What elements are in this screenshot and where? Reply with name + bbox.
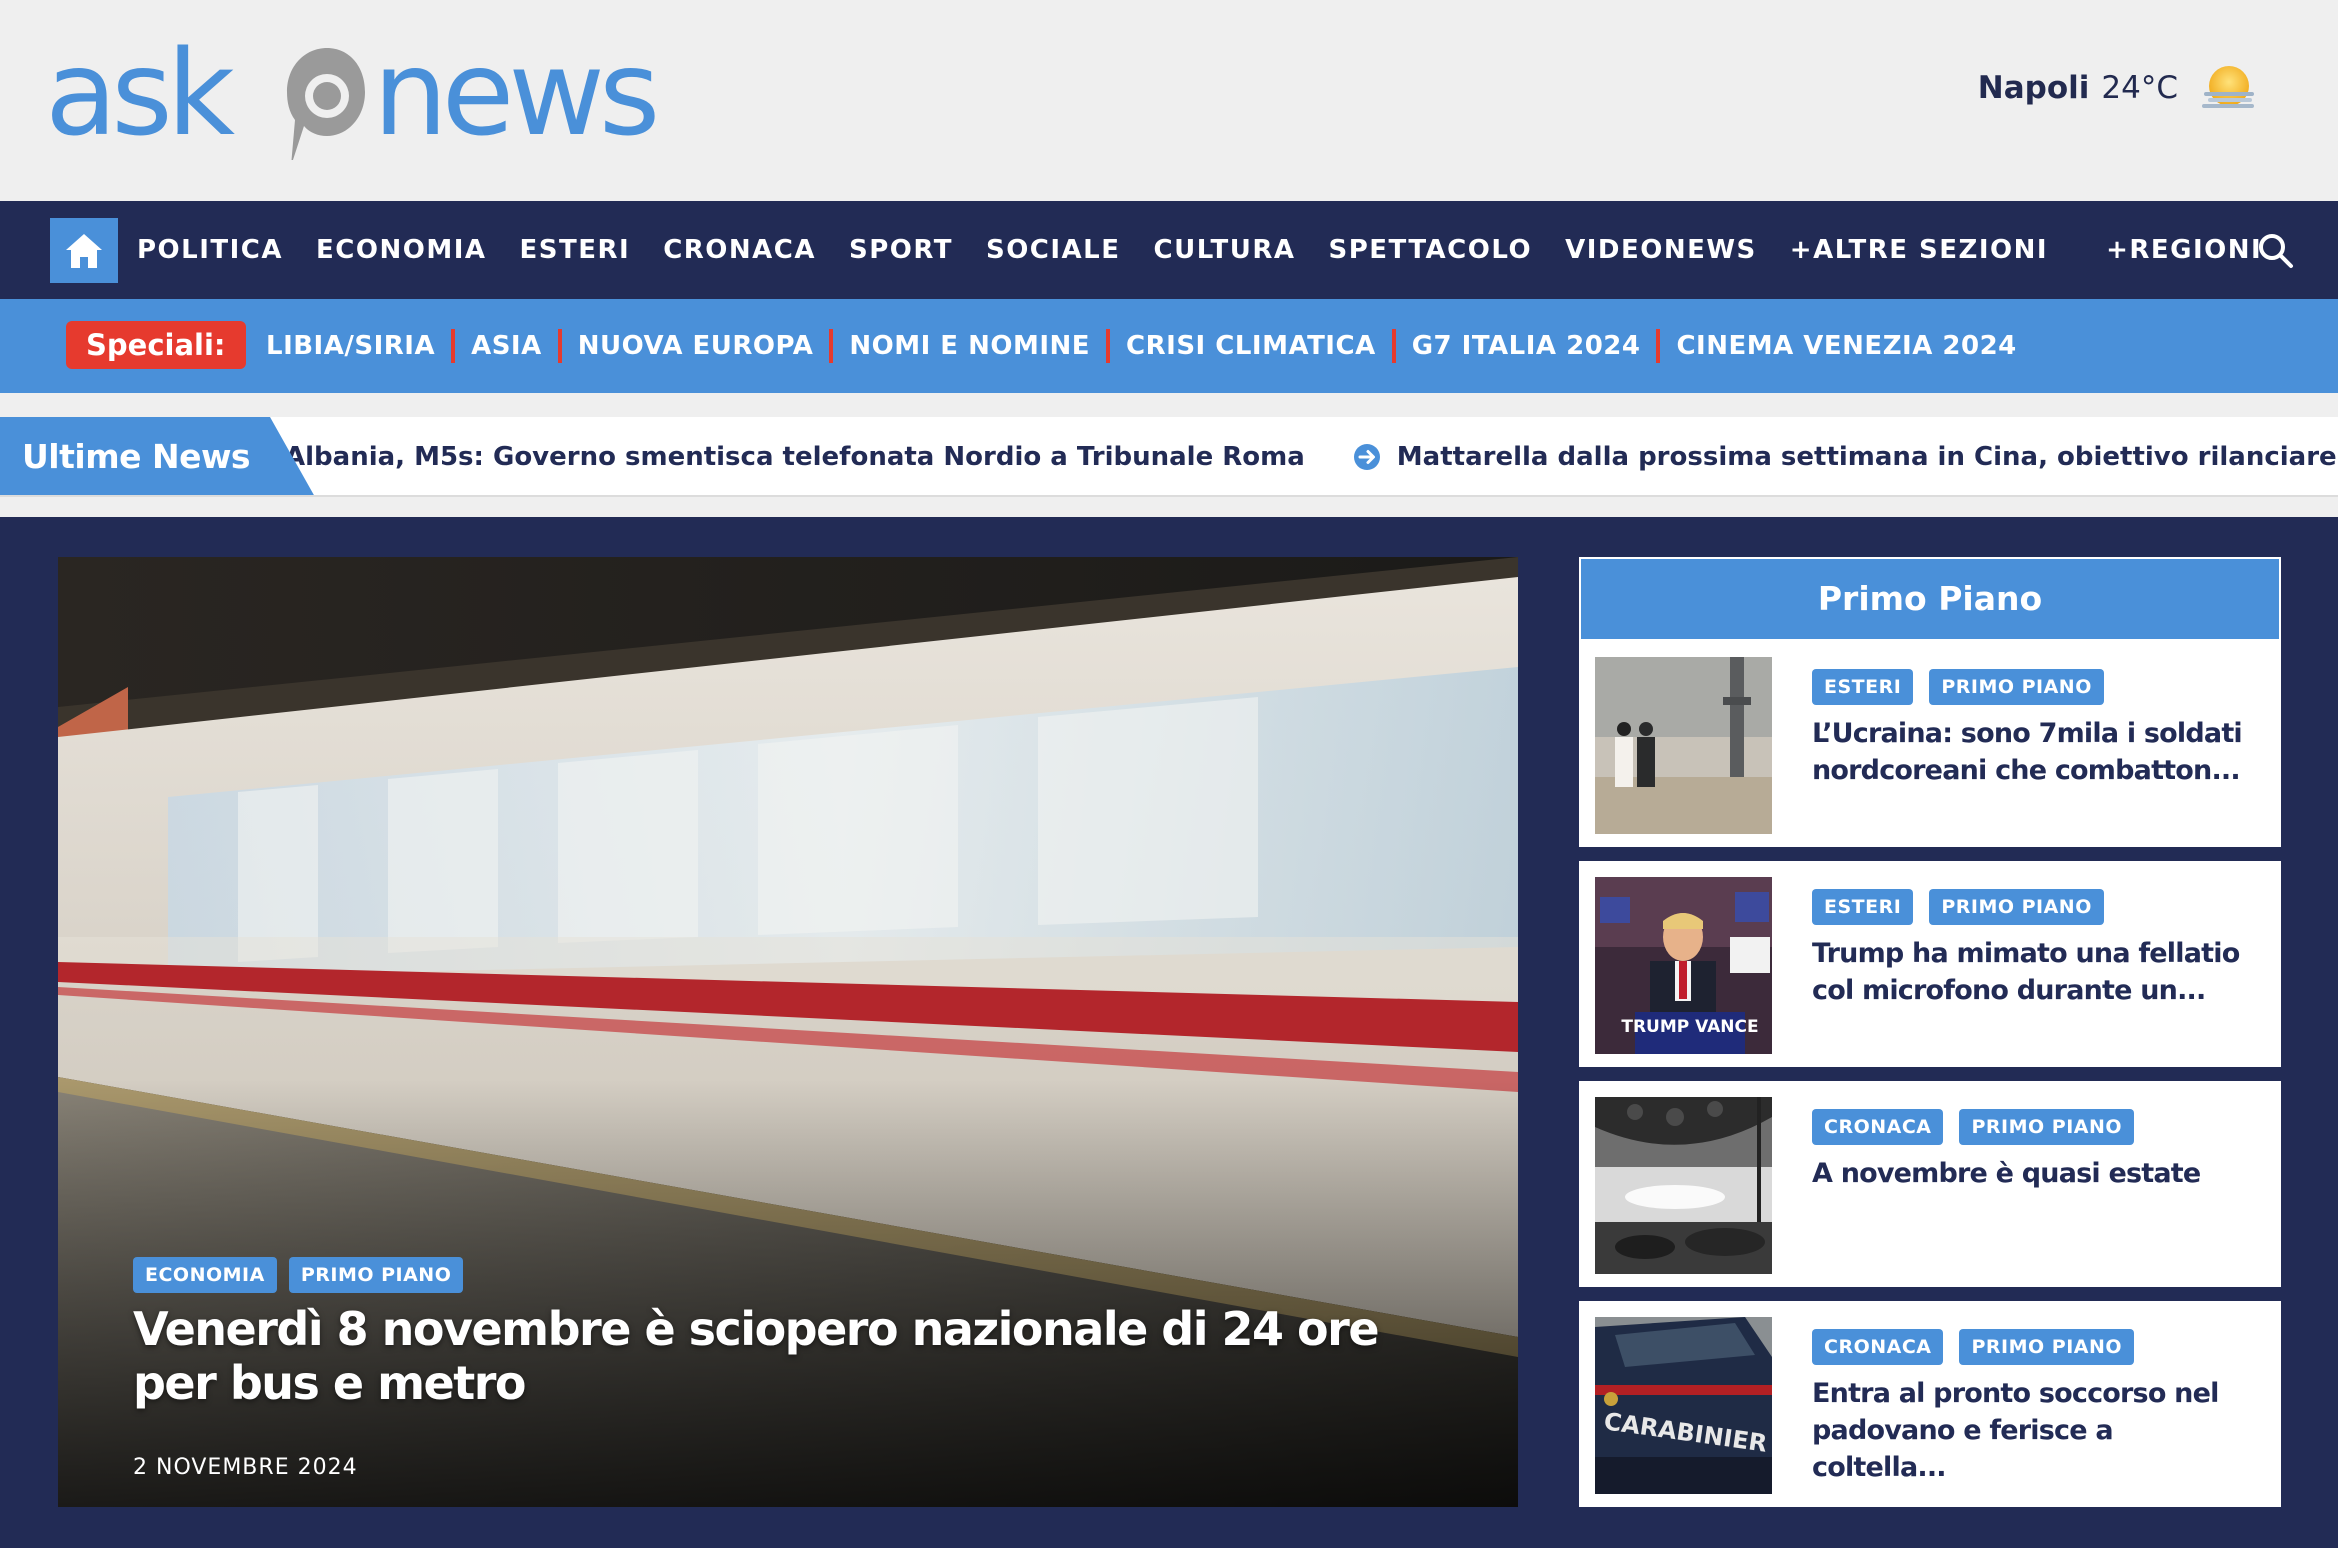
ticker-item[interactable]: Albania, M5s: Governo smentisca telefona… — [285, 442, 1305, 472]
category-tag[interactable]: PRIMO PIANO — [288, 1257, 464, 1293]
category-tag[interactable]: ECONOMIA — [133, 1257, 277, 1293]
nav-regioni[interactable]: +REGIONI — [2106, 235, 2262, 265]
speciale-libia-siria[interactable]: LIBIA/SIRIA — [266, 331, 435, 361]
speciale-asia[interactable]: ASIA — [471, 331, 542, 361]
hero-article[interactable]: ECONOMIA PRIMO PIANO Venerdì 8 novembre … — [58, 557, 1518, 1507]
primo-piano-card[interactable]: ESTERI PRIMO PIANO L’Ucraina: sono 7mila… — [1579, 641, 2281, 847]
article-title[interactable]: A novembre è quasi estate — [1812, 1155, 2252, 1192]
weather-temperature: 24°C — [2101, 70, 2178, 106]
main-navigation: POLITICA ECONOMIA ESTERI CRONACA SPORT S… — [0, 201, 2338, 299]
speciale-nomi-e-nomine[interactable]: NOMI E NOMINE — [849, 331, 1090, 361]
news-ticker: Albania, M5s: Governo smentisca telefona… — [0, 417, 2338, 497]
nav-cultura[interactable]: CULTURA — [1154, 235, 1296, 265]
svg-text:news: news — [373, 30, 655, 160]
askanews-logo[interactable]: ask news — [45, 30, 705, 160]
article-thumbnail[interactable]: TRUMP VANCE — [1595, 877, 1772, 1054]
category-tag[interactable]: PRIMO PIANO — [1959, 1329, 2135, 1365]
article-thumbnail[interactable] — [1595, 1097, 1772, 1274]
primo-piano-card[interactable]: CRONACA PRIMO PIANO A novembre è quasi e… — [1579, 1081, 2281, 1287]
podium-sign-text: TRUMP VANCE — [1621, 1017, 1758, 1037]
separator — [1391, 329, 1396, 363]
speciale-nuova-europa[interactable]: NUOVA EUROPA — [578, 331, 814, 361]
site-header: ask news Napoli 24°C — [0, 0, 2338, 201]
speciale-cinema-venezia-2024[interactable]: CINEMA VENEZIA 2024 — [1676, 331, 2016, 361]
nav-politica[interactable]: POLITICA — [137, 235, 283, 265]
article-title[interactable]: Entra al pronto soccorso nel padovano e … — [1812, 1375, 2252, 1486]
search-icon[interactable] — [2256, 231, 2294, 269]
speciali-bar: Speciali: LIBIA/SIRIA ASIA NUOVA EUROPA … — [0, 299, 2338, 393]
arrow-circle-icon — [1353, 444, 1380, 470]
speciali-label: Speciali: — [66, 321, 246, 369]
primo-piano-card[interactable]: TRUMP VANCE ESTERI PRIMO PIANO Trump ha … — [1579, 861, 2281, 1067]
ticker-label: Ultime News — [0, 417, 315, 495]
hero-date: 2 NOVEMBRE 2024 — [133, 1455, 358, 1480]
primo-piano-card[interactable]: CARABINIER CRONACA PRIMO PIANO Entra al … — [1579, 1301, 2281, 1507]
article-title[interactable]: L’Ucraina: sono 7mila i soldati nordcore… — [1812, 715, 2252, 789]
category-tag[interactable]: PRIMO PIANO — [1929, 889, 2104, 925]
category-tag[interactable]: PRIMO PIANO — [1959, 1109, 2135, 1145]
article-thumbnail[interactable]: CARABINIER — [1595, 1317, 1772, 1494]
ticker-item[interactable]: Mattarella dalla prossima settimana in C… — [1397, 442, 2338, 472]
primo-piano-section: Primo Piano ESTERI PRIMO PIANO L’Ucraina… — [1579, 557, 2281, 1507]
separator — [1106, 329, 1111, 363]
speciale-crisi-climatica[interactable]: CRISI CLIMATICA — [1126, 331, 1376, 361]
category-tag[interactable]: CRONACA — [1812, 1109, 1944, 1145]
article-title[interactable]: Trump ha mimato una fellatio col microfo… — [1812, 935, 2252, 1009]
hero-title[interactable]: Venerdì 8 novembre è sciopero nazionale … — [133, 1302, 1473, 1410]
nav-cronaca[interactable]: CRONACA — [663, 235, 816, 265]
category-tag[interactable]: CRONACA — [1812, 1329, 1944, 1365]
home-icon — [66, 233, 102, 268]
nav-economia[interactable]: ECONOMIA — [316, 235, 486, 265]
weather-city: Napoli — [1977, 70, 2090, 106]
nav-videonews[interactable]: VIDEONEWS — [1565, 235, 1757, 265]
nav-esteri[interactable]: ESTERI — [520, 235, 631, 265]
svg-text:ask: ask — [45, 30, 235, 160]
home-button[interactable] — [50, 218, 118, 283]
separator — [1656, 329, 1661, 363]
speciale-g7-italia-2024[interactable]: G7 ITALIA 2024 — [1412, 331, 1641, 361]
nav-altre-sezioni[interactable]: +ALTRE SEZIONI — [1790, 235, 2048, 265]
nav-sport[interactable]: SPORT — [849, 235, 953, 265]
main-content: ECONOMIA PRIMO PIANO Venerdì 8 novembre … — [0, 517, 2338, 1548]
separator — [557, 329, 562, 363]
primo-piano-header: Primo Piano — [1579, 557, 2281, 641]
separator — [451, 329, 456, 363]
article-thumbnail[interactable] — [1595, 657, 1772, 834]
weather-widget: Napoli 24°C — [1978, 62, 2258, 114]
category-tag[interactable]: ESTERI — [1812, 669, 1914, 705]
separator — [829, 329, 834, 363]
sun-cloud-icon — [2202, 66, 2254, 108]
nav-sociale[interactable]: SOCIALE — [986, 235, 1121, 265]
category-tag[interactable]: ESTERI — [1812, 889, 1914, 925]
category-tag[interactable]: PRIMO PIANO — [1929, 669, 2104, 705]
nav-spettacolo[interactable]: SPETTACOLO — [1328, 235, 1532, 265]
